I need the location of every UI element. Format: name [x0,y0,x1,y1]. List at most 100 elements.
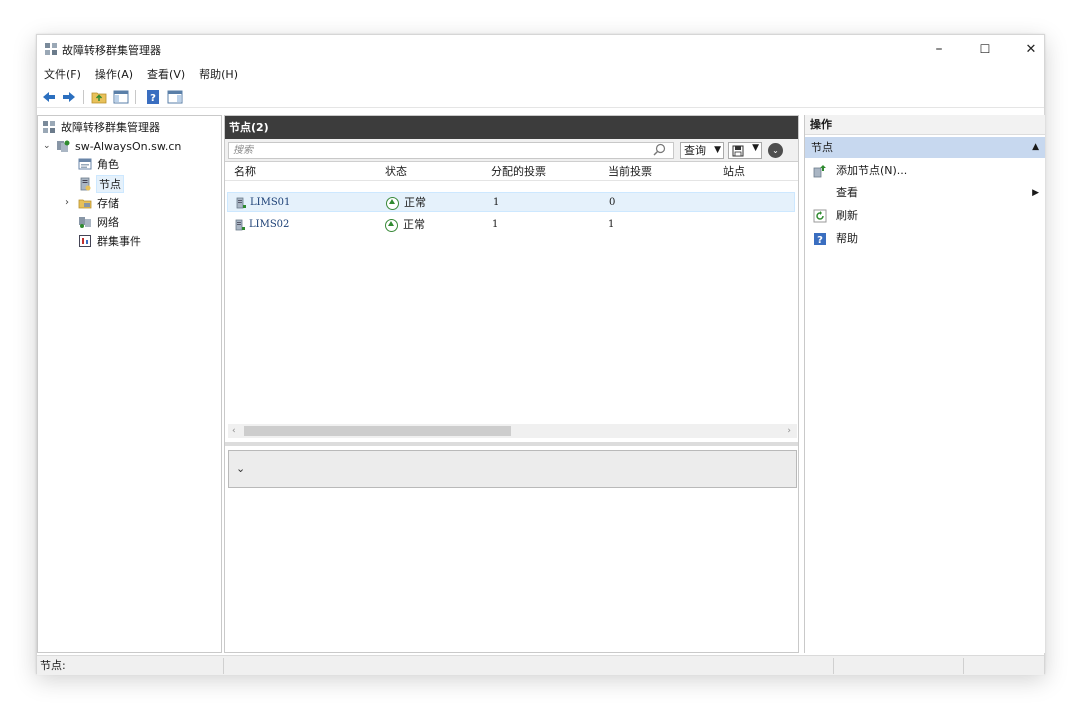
tree-item-label: 节点 [96,175,124,193]
details-pane-header[interactable]: ⌄ [228,450,797,488]
action-label: 查看 [836,186,858,199]
pane-splitter[interactable] [225,442,798,446]
add-node-icon [813,165,826,178]
actions-section-header[interactable]: 节点 ▲ [805,137,1045,158]
submenu-arrow-icon: ▶ [1032,188,1039,198]
cluster-manager-icon [43,121,55,133]
column-header-status[interactable]: 状态 [385,163,407,180]
status-up-icon [386,196,399,210]
help-icon: ? [814,233,826,246]
tree-item-label: 网络 [97,216,119,229]
tree-item-label: 角色 [97,158,119,171]
tree-item-networks[interactable]: 网络 [78,213,119,231]
action-help[interactable]: ? 帮助 [805,228,1045,250]
show-action-pane-icon[interactable] [167,89,183,105]
header-divider [225,180,798,181]
chevron-right-icon[interactable]: › [65,197,69,208]
svg-text:?: ? [817,235,823,246]
chevron-down-icon[interactable]: ⌄ [43,141,51,151]
tree-item-nodes[interactable]: 节点 [78,175,124,193]
nodes-panel: 节点(2) 搜索 查询 ▼ ▼ ⌄ 名称 状态 分配的投票 当前投票 站点 LI… [224,115,799,653]
action-view[interactable]: 查看 ▶ [805,182,1045,204]
table-row[interactable]: LIMS01 正常 1 0 [227,192,795,212]
tree-item-label: 群集事件 [97,235,141,248]
status-text: 正常 [404,196,426,209]
action-label: 刷新 [836,209,858,222]
menu-bar: 文件(F) 操作(A) 查看(V) 帮助(H) [37,65,1044,85]
column-header-assigned-votes[interactable]: 分配的投票 [491,163,546,180]
chevron-down-icon[interactable]: ⌄ [236,462,245,475]
toolbar: ? [37,86,1044,108]
menu-view[interactable]: 查看(V) [140,65,192,85]
show-console-tree-icon[interactable] [113,89,129,105]
query-button[interactable]: 查询 ▼ [680,142,724,159]
nodes-icon [80,177,91,191]
minimize-button[interactable]: – [916,35,962,63]
scroll-right-icon[interactable]: › [787,424,791,438]
cluster-manager-window: 故障转移群集管理器 – ☐ ✕ 文件(F) 操作(A) 查看(V) 帮助(H) … [36,34,1045,675]
node-name: LIMS02 [249,219,290,230]
column-header-current-votes[interactable]: 当前投票 [608,163,652,180]
status-text: 正常 [403,218,425,231]
column-header-name[interactable]: 名称 [234,163,256,180]
node-name: LIMS01 [250,197,291,208]
action-add-node[interactable]: 添加节点(N)... [805,160,1045,182]
status-bar-text: 节点: [40,659,66,672]
status-divider [963,658,964,674]
menu-file[interactable]: 文件(F) [37,65,88,85]
search-bar: 搜索 查询 ▼ ▼ ⌄ [225,139,798,162]
tree-item-storage[interactable]: 存储 [78,194,119,212]
save-icon [732,145,744,157]
refresh-icon [813,209,827,223]
status-bar: 节点: [37,655,1044,675]
console-tree: 故障转移群集管理器 ⌄ sw-AlwaysOn.sw.cn 角色 节点 › 存储… [37,115,222,653]
maximize-button[interactable]: ☐ [962,35,1008,63]
current-votes-cell: 0 [609,197,616,208]
close-button[interactable]: ✕ [1008,35,1054,63]
scroll-left-icon[interactable]: ‹ [232,424,236,438]
scrollbar-thumb[interactable] [244,426,511,436]
tree-root[interactable]: 故障转移群集管理器 [42,118,160,136]
roles-icon [78,158,92,170]
action-refresh[interactable]: 刷新 [805,205,1045,227]
menu-help[interactable]: 帮助(H) [192,65,245,85]
status-divider [833,658,834,674]
status-cell: 正常 [385,215,425,235]
horizontal-scrollbar[interactable]: ‹ › [228,424,797,438]
collapse-up-icon[interactable]: ▲ [1032,137,1039,158]
back-arrow-icon[interactable] [41,89,57,105]
query-label: 查询 [684,144,706,157]
forward-arrow-icon[interactable] [61,89,77,105]
tree-cluster-label: sw-AlwaysOn.sw.cn [75,139,182,153]
column-header-site[interactable]: 站点 [723,163,745,180]
actions-title: 操作 [805,115,1045,135]
assigned-votes-cell: 1 [492,219,499,230]
assigned-votes-cell: 1 [493,197,500,208]
toolbar-separator [135,90,136,104]
status-divider [223,658,224,674]
search-input[interactable]: 搜索 [228,142,674,159]
cluster-icon [57,140,70,152]
search-icon[interactable] [653,143,666,156]
panel-title: 节点(2) [225,116,798,139]
action-label: 添加节点(N)... [836,164,908,177]
title-bar[interactable]: 故障转移群集管理器 – ☐ ✕ [37,35,1044,63]
menu-action[interactable]: 操作(A) [88,65,140,85]
tree-item-cluster-events[interactable]: 群集事件 [78,232,141,250]
action-label: 帮助 [836,232,858,245]
actions-section-label: 节点 [811,141,833,154]
table-row[interactable]: LIMS02 正常 1 1 [227,215,795,235]
storage-icon [78,199,92,209]
up-folder-icon[interactable] [91,89,107,105]
tree-item-roles[interactable]: 角色 [78,155,119,173]
server-node-icon [235,219,245,231]
help-book-icon[interactable]: ? [145,89,161,105]
tree-root-label: 故障转移群集管理器 [61,121,160,134]
save-query-button[interactable]: ▼ [728,142,762,159]
cluster-manager-app-icon [45,43,57,55]
tree-cluster[interactable]: sw-AlwaysOn.sw.cn [56,137,181,155]
status-cell: 正常 [386,193,426,213]
window-title: 故障转移群集管理器 [62,44,161,57]
expand-chevron-icon[interactable]: ⌄ [768,143,783,158]
toolbar-separator [83,90,84,104]
